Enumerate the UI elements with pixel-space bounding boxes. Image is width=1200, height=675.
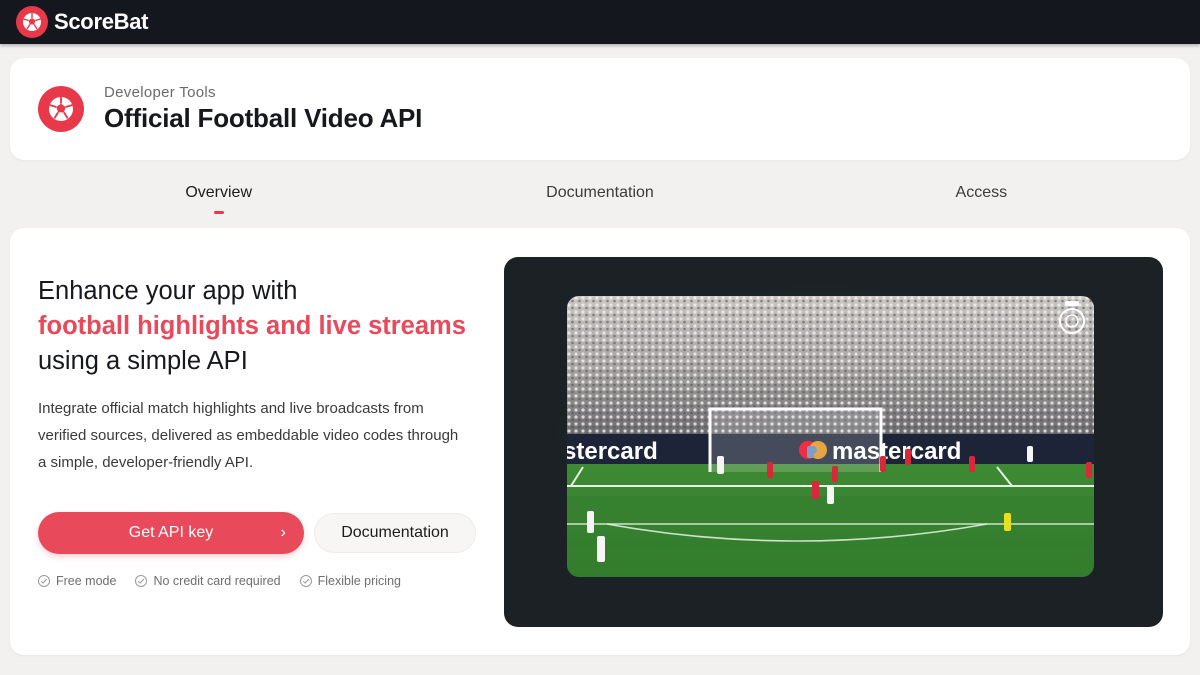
tab-bar: Overview Documentation Access	[28, 172, 1172, 218]
get-api-key-button[interactable]: Get API key ›	[38, 512, 304, 554]
soccer-ball-icon	[16, 6, 48, 38]
page-title: Official Football Video API	[104, 103, 423, 133]
header-text: Developer Tools Official Football Video …	[104, 84, 422, 134]
chevron-right-icon: ›	[280, 524, 286, 541]
feature-label: No credit card required	[153, 574, 281, 588]
feature-item: No credit card required	[135, 574, 281, 588]
brand-name: ScoreBat	[54, 9, 149, 34]
tab-documentation[interactable]: Documentation	[409, 172, 790, 218]
check-circle-icon	[38, 575, 50, 587]
button-label: Get API key	[128, 524, 214, 541]
tab-access[interactable]: Access	[791, 172, 1172, 218]
check-circle-icon	[299, 575, 312, 587]
hero-title: Enhance your app with football highlight…	[38, 274, 488, 379]
feature-list: Free mode No credit card required Flexib…	[38, 574, 488, 588]
hero-title-accent: football highlights and live streams	[38, 312, 466, 340]
hero-description: Integrate official match highlights and …	[38, 400, 459, 471]
tab-overview[interactable]: Overview	[28, 172, 409, 218]
product-header: Developer Tools Official Football Video …	[10, 58, 1190, 160]
brand[interactable]: ScoreBat	[16, 6, 149, 38]
video-preview-panel: stercard mastercard	[504, 257, 1163, 627]
tab-label: Access	[955, 184, 1008, 201]
cta-row: Get API key › Documentation	[38, 512, 488, 554]
goal	[708, 407, 883, 472]
feature-item: Flexible pricing	[299, 574, 401, 588]
soccer-ball-icon	[38, 86, 84, 132]
overview-card: Enhance your app with football highlight…	[10, 228, 1190, 655]
hero-title-line1: Enhance your app with	[38, 277, 298, 305]
hero-title-line3: using a simple API	[38, 347, 248, 375]
match-video[interactable]: stercard mastercard	[567, 296, 1094, 577]
active-tab-indicator	[213, 211, 224, 214]
feature-label: Flexible pricing	[317, 574, 401, 588]
feature-item: Free mode	[38, 574, 116, 588]
hero-content: Enhance your app with football highlight…	[38, 274, 488, 588]
header-kicker: Developer Tools	[104, 84, 216, 101]
feature-label: Free mode	[56, 574, 117, 588]
ad-board-text: stercard	[567, 438, 658, 465]
check-circle-icon	[135, 575, 148, 587]
documentation-button[interactable]: Documentation	[314, 513, 476, 553]
match-scene: stercard mastercard	[567, 296, 1094, 577]
tab-label: Overview	[185, 184, 252, 201]
top-bar: ScoreBat	[0, 0, 1200, 44]
tab-label: Documentation	[546, 184, 654, 201]
